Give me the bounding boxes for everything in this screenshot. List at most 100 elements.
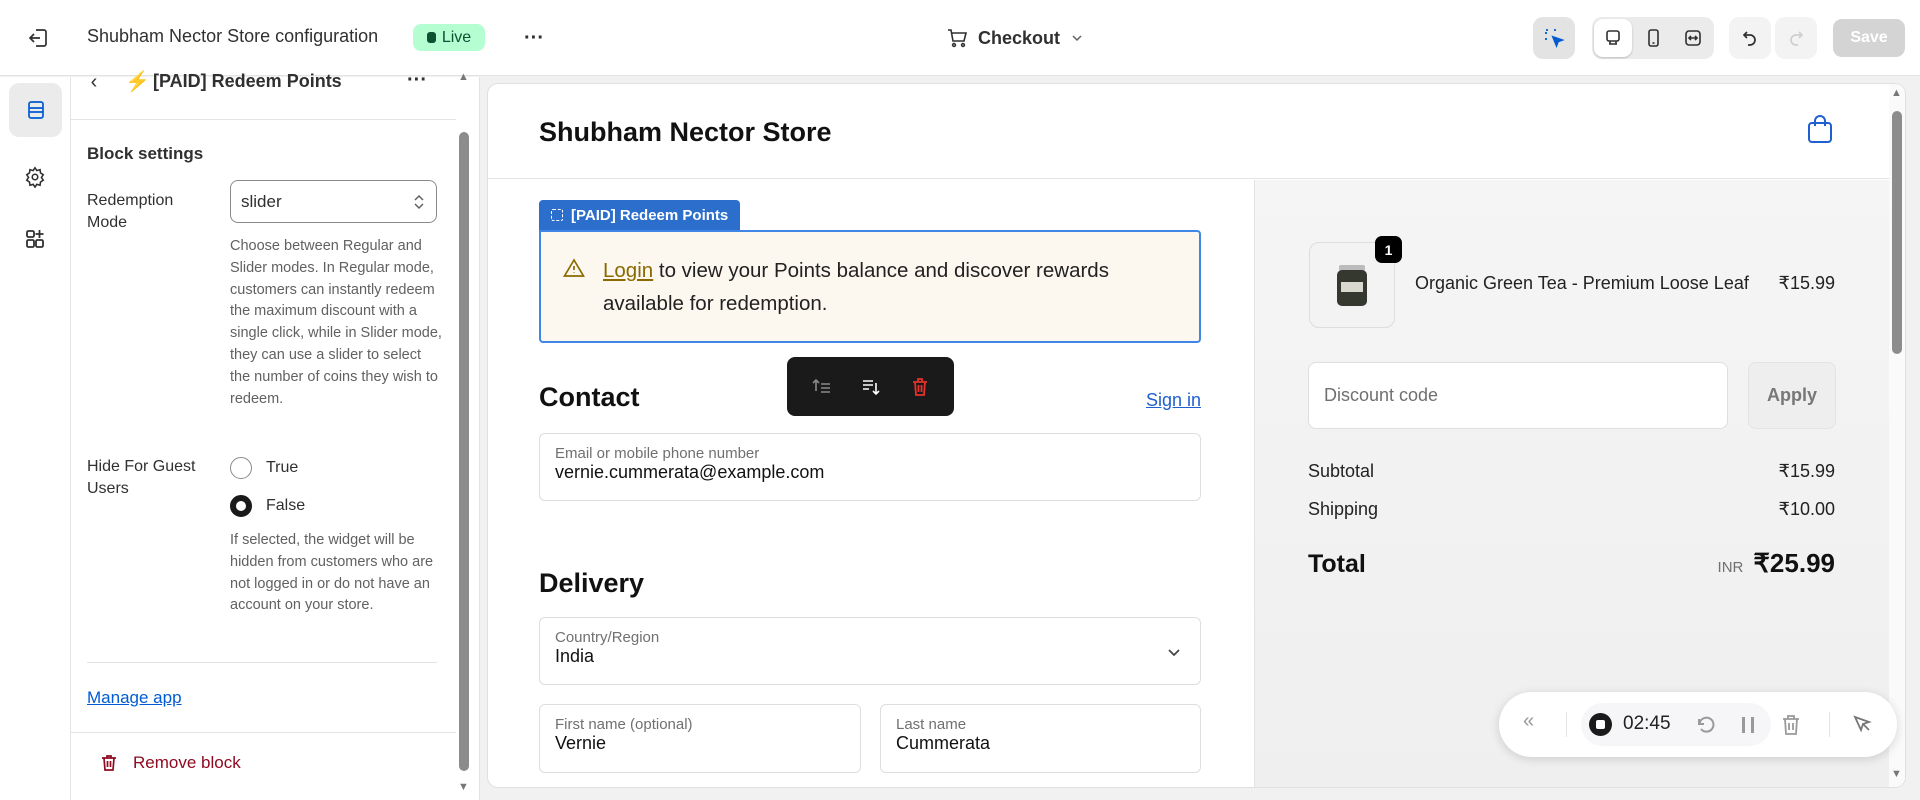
save-button[interactable]: Save [1833, 19, 1905, 57]
more-icon[interactable]: ··· [518, 22, 550, 54]
top-bar: Shubham Nector Store configuration Live … [0, 0, 1920, 76]
sign-in-link[interactable]: Sign in [1146, 390, 1201, 411]
delete-icon[interactable] [909, 376, 931, 398]
stop-button[interactable] [1589, 713, 1612, 736]
radio-false-label: False [266, 497, 306, 514]
back-chevron-icon[interactable]: ‹ [83, 71, 105, 93]
block-select-icon [551, 209, 563, 221]
panel-scrollbar[interactable]: ▲ ▼ [456, 71, 472, 800]
redemption-mode-label: Redemption Mode [87, 192, 174, 231]
desktop-icon [1606, 30, 1620, 45]
exit-icon[interactable] [22, 22, 54, 54]
lightning-icon: ⚡ [125, 71, 150, 93]
gear-icon [25, 166, 45, 188]
expand-horizontal-icon [1685, 30, 1701, 46]
discard-recording-icon[interactable] [1781, 714, 1801, 736]
store-config-title: Shubham Nector Store configuration [87, 26, 379, 46]
discount-code-input[interactable]: Discount code [1308, 362, 1728, 429]
device-toggle-group [1592, 17, 1714, 59]
email-field[interactable]: Email or mobile phone number vernie.cumm… [539, 433, 1201, 501]
undo-icon [1742, 31, 1756, 46]
redo-button[interactable] [1775, 17, 1817, 59]
divider [71, 119, 456, 120]
status-dot-icon [426, 32, 436, 43]
mobile-icon [1648, 29, 1659, 47]
move-down-icon[interactable] [860, 376, 882, 398]
scroll-up-icon[interactable]: ▲ [458, 71, 469, 83]
scroll-down-icon[interactable]: ▼ [1891, 768, 1902, 780]
redemption-mode-help: Choose between Regular and Slider modes.… [230, 238, 442, 407]
subtotal-value: ₹15.99 [1778, 461, 1836, 481]
country-select[interactable]: Country/Region India [539, 617, 1201, 685]
contact-title: Contact [539, 382, 640, 412]
block-tab[interactable]: [PAID] Redeem Points [539, 200, 741, 230]
move-up-icon[interactable] [811, 376, 833, 398]
apps-nav-button[interactable] [17, 221, 53, 257]
hide-guest-label: Hide For Guest Users [87, 458, 196, 497]
undo-button[interactable] [1729, 17, 1771, 59]
section-title: Block settings [87, 144, 204, 163]
chevron-down-icon [1072, 35, 1082, 42]
collapse-icon[interactable]: « [1523, 710, 1534, 733]
discount-placeholder: Discount code [1324, 385, 1439, 405]
product-name: Organic Green Tea - Premium Loose Leaf [1415, 273, 1749, 293]
login-link[interactable]: Login [603, 259, 653, 282]
scroll-up-icon[interactable]: ▲ [1891, 87, 1902, 99]
pause-icon[interactable] [1739, 714, 1757, 736]
recorder-widget: « 02:45 [1499, 692, 1897, 757]
status-badge: Live [413, 24, 485, 51]
chevron-down-icon [1168, 649, 1180, 657]
recording-time: 02:45 [1623, 713, 1671, 734]
email-value: vernie.cummerata@example.com [555, 462, 825, 482]
sections-icon [27, 101, 44, 119]
add-apps-icon [26, 230, 44, 248]
apply-button[interactable]: Apply [1748, 362, 1836, 429]
mobile-view-button[interactable] [1634, 19, 1672, 57]
total-value: ₹25.99 [1753, 548, 1835, 578]
last-name-field[interactable]: Last name Cummerata [880, 704, 1201, 773]
quantity-badge: 1 [1375, 236, 1402, 263]
page-selector[interactable]: Checkout [946, 22, 1084, 54]
block-tab-label: [PAID] Redeem Points [571, 206, 729, 224]
total-amount: INR ₹25.99 [1718, 548, 1835, 579]
last-name-value: Cummerata [896, 733, 991, 753]
first-name-value: Vernie [555, 733, 607, 753]
store-name: Shubham Nector Store [539, 117, 832, 147]
restart-icon[interactable] [1695, 714, 1717, 736]
remove-block-button[interactable]: Remove block [99, 753, 241, 773]
redemption-mode-select[interactable]: slider [230, 180, 437, 223]
scrollbar-thumb[interactable] [1892, 111, 1902, 354]
scroll-down-icon[interactable]: ▼ [458, 781, 469, 793]
subtotal-label: Subtotal [1308, 461, 1375, 481]
radio-true[interactable]: True [230, 457, 298, 479]
warning-icon [563, 258, 585, 277]
block-title: [PAID] Redeem Points [153, 71, 342, 91]
shopping-bag-icon[interactable] [1806, 114, 1834, 149]
divider [71, 732, 456, 733]
block-more-icon[interactable]: ··· [407, 69, 427, 92]
settings-nav-button[interactable] [17, 159, 53, 195]
country-value: India [555, 646, 595, 666]
preview-scrollbar[interactable]: ▲ ▼ [1889, 84, 1905, 787]
inspector-button[interactable] [1533, 17, 1575, 59]
remove-block-label: Remove block [133, 753, 241, 772]
pointer-icon[interactable] [1851, 713, 1873, 735]
scrollbar-thumb[interactable] [459, 132, 469, 771]
sections-nav-button[interactable] [9, 83, 62, 137]
manage-app-link[interactable]: Manage app [87, 688, 182, 708]
fullwidth-view-button[interactable] [1674, 19, 1712, 57]
radio-checked-icon [230, 495, 252, 517]
icon-rail [0, 77, 71, 800]
divider [1829, 712, 1830, 737]
total-label: Total [1308, 550, 1366, 578]
radio-false[interactable]: False [230, 495, 305, 517]
banner-text: to view your Points balance and discover… [603, 259, 1109, 315]
desktop-view-button[interactable] [1594, 19, 1632, 57]
cart-icon [948, 29, 968, 48]
trash-icon [102, 755, 116, 771]
redeem-points-banner: Login to view your Points balance and di… [539, 230, 1201, 343]
store-header: Shubham Nector Store [488, 84, 1889, 179]
currency-code: INR [1717, 559, 1744, 576]
country-label: Country/Region [555, 629, 660, 646]
first-name-field[interactable]: First name (optional) Vernie [539, 704, 861, 773]
